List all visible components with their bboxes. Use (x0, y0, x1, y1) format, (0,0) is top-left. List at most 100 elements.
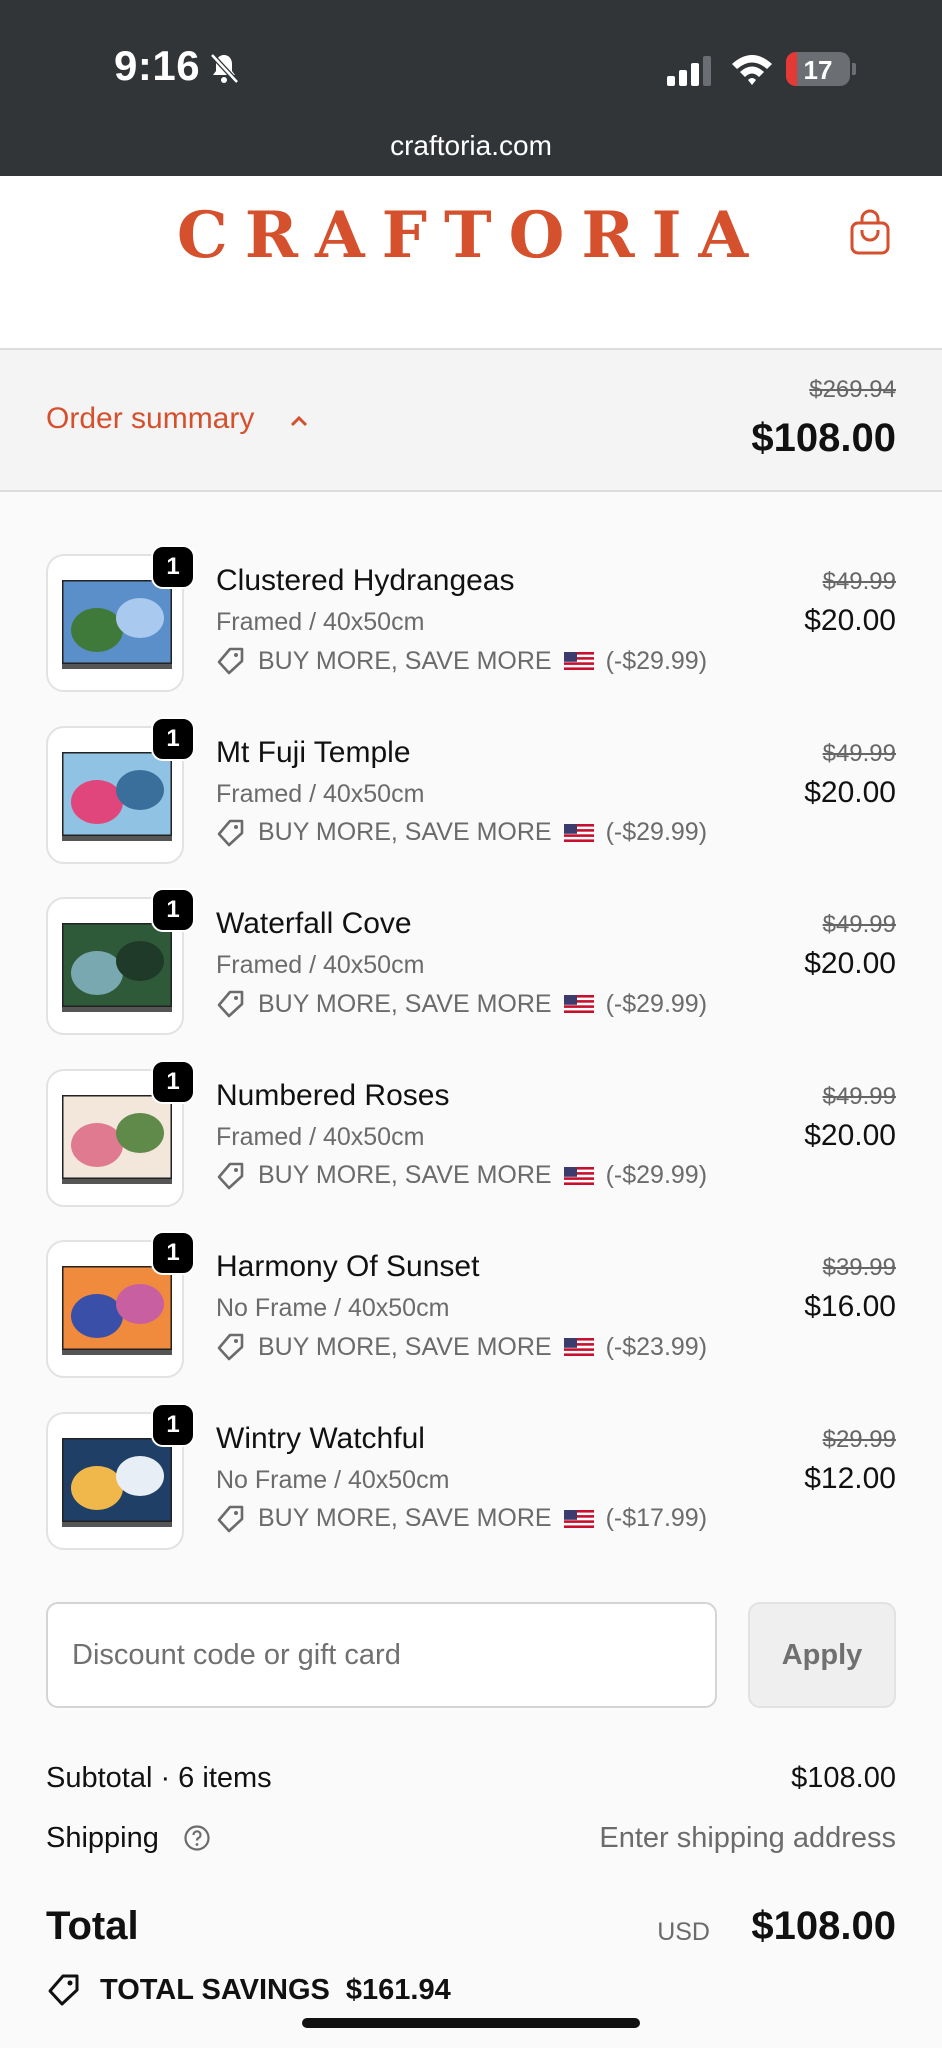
cellular-signal-icon (667, 56, 711, 86)
price-tag-icon (217, 990, 244, 1018)
product-original-price: $49.99 (822, 1082, 896, 1110)
discount-name: BUY MORE, SAVE MORE (258, 1504, 552, 1532)
wifi-icon (732, 55, 772, 85)
total-label: Total (46, 1904, 139, 1948)
us-flag-icon (563, 823, 594, 842)
product-discount: BUY MORE, SAVE MORE (-$29.99) (216, 646, 707, 676)
product-image (62, 1266, 172, 1355)
site-header: CRAFTORIA (0, 176, 942, 350)
line-item: 1 Waterfall Cove Framed / 40x50cm BUY MORE,… (0, 888, 942, 1047)
total-currency: USD (657, 1918, 710, 1946)
discount-code-input[interactable] (46, 1602, 717, 1708)
browser-top-bar: 9:16 17 craftoria.com (0, 0, 942, 176)
discount-name: BUY MORE, SAVE MORE (258, 989, 552, 1018)
quantity-badge: 1 (151, 545, 195, 589)
quantity-badge: 1 (151, 1059, 195, 1104)
us-flag-icon (563, 1509, 594, 1528)
product-price: $12.00 (804, 1461, 896, 1495)
discount-name: BUY MORE, SAVE MORE (258, 1332, 552, 1361)
discount-amount: (-$29.99) (605, 646, 708, 675)
product-discount: BUY MORE, SAVE MORE (-$29.99) (216, 989, 707, 1019)
product-name: Waterfall Cove (216, 907, 412, 940)
discount-amount: (-$29.99) (605, 1161, 708, 1189)
home-indicator (302, 2018, 640, 2028)
product-price: $20.00 (804, 947, 896, 980)
product-variant: Framed / 40x50cm (216, 1122, 425, 1151)
product-variant: Framed / 40x50cm (216, 608, 425, 636)
product-discount: BUY MORE, SAVE MORE (-$17.99) (216, 1504, 707, 1534)
product-price: $20.00 (804, 1118, 896, 1152)
product-name: Numbered Roses (216, 1078, 450, 1112)
product-original-price: $39.99 (822, 1254, 896, 1281)
subtotal-value: $108.00 (791, 1762, 896, 1794)
price-tag-icon (48, 1974, 79, 2006)
shipping-value: Enter shipping address (599, 1822, 896, 1854)
discount-amount: (-$29.99) (605, 989, 708, 1018)
discount-name: BUY MORE, SAVE MORE (258, 646, 552, 675)
bell-muted-icon (210, 53, 239, 84)
product-price: $20.00 (804, 775, 896, 809)
product-discount: BUY MORE, SAVE MORE (-$29.99) (216, 1161, 707, 1191)
product-image (62, 923, 172, 1012)
line-item: 1 Mt Fuji Temple Framed / 40x50cm BUY MORE,… (0, 716, 942, 876)
product-original-price: $49.99 (822, 911, 896, 938)
product-name: Clustered Hydrangeas (216, 564, 515, 597)
battery-icon: 17 (786, 52, 856, 86)
summary-original-total: $269.94 (809, 376, 896, 403)
help-circle-icon[interactable] (183, 1824, 211, 1852)
line-item: 1 Numbered Roses Framed / 40x50cm BUY MORE,… (0, 1059, 942, 1219)
product-image (62, 1437, 172, 1527)
line-item: 1 Wintry Watchful No Frame / 40x50cm BUY MO… (0, 1402, 942, 1562)
us-flag-icon (563, 1166, 594, 1185)
discount-name: BUY MORE, SAVE MORE (258, 818, 552, 846)
total-savings: TOTAL SAVINGS $161.94 (46, 1972, 451, 2008)
apply-discount-button[interactable]: Apply (748, 1602, 896, 1708)
product-variant: Framed / 40x50cm (216, 779, 425, 808)
order-summary-toggle[interactable]: Order summary $269.94 $108.00 (0, 350, 942, 492)
battery-level: 17 (803, 55, 833, 85)
chevron-up-icon[interactable] (288, 410, 310, 432)
total-value: $108.00 (751, 1904, 896, 1948)
quantity-badge: 1 (151, 1231, 195, 1275)
product-name: Wintry Watchful (216, 1421, 425, 1455)
shopping-bag-icon[interactable] (848, 208, 892, 256)
product-image (62, 580, 172, 669)
discount-amount: (-$29.99) (605, 818, 708, 846)
us-flag-icon (563, 652, 594, 670)
price-tag-icon (217, 647, 244, 675)
product-name: Mt Fuji Temple (216, 735, 411, 769)
product-discount: BUY MORE, SAVE MORE (-$29.99) (216, 818, 707, 848)
price-tag-icon (217, 1162, 244, 1189)
product-image (62, 751, 172, 841)
total-savings-label: TOTAL SAVINGS (100, 1973, 330, 2006)
discount-amount: (-$23.99) (605, 1332, 708, 1361)
product-original-price: $49.99 (822, 739, 896, 767)
product-name: Harmony Of Sunset (216, 1250, 480, 1283)
line-item: 1 Clustered Hydrangeas Framed / 40x50cm BUY… (0, 545, 942, 704)
summary-total: $108.00 (751, 416, 896, 460)
site-logo[interactable]: CRAFTORIA (0, 198, 942, 273)
us-flag-icon (563, 995, 594, 1013)
product-variant: No Frame / 40x50cm (216, 1294, 450, 1322)
product-price: $16.00 (804, 1290, 896, 1323)
order-summary-label[interactable]: Order summary (46, 402, 254, 436)
quantity-badge: 1 (151, 716, 195, 761)
us-flag-icon (563, 1338, 594, 1356)
shipping-label: Shipping (46, 1822, 159, 1854)
discount-name: BUY MORE, SAVE MORE (258, 1161, 552, 1189)
product-variant: No Frame / 40x50cm (216, 1465, 450, 1494)
address-bar[interactable]: craftoria.com (0, 130, 942, 162)
price-tag-icon (217, 1333, 244, 1361)
price-tag-icon (217, 1505, 244, 1532)
product-original-price: $29.99 (822, 1425, 896, 1453)
price-tag-icon (217, 819, 244, 846)
discount-amount: (-$17.99) (605, 1504, 708, 1532)
quantity-badge: 1 (151, 888, 195, 932)
subtotal-label: Subtotal · 6 items (46, 1762, 272, 1794)
product-discount: BUY MORE, SAVE MORE (-$23.99) (216, 1332, 707, 1362)
product-original-price: $49.99 (822, 568, 896, 595)
product-image (62, 1094, 172, 1184)
status-time: 9:16 (114, 42, 201, 89)
product-price: $20.00 (804, 604, 896, 637)
total-savings-amount: $161.94 (345, 1973, 451, 2006)
